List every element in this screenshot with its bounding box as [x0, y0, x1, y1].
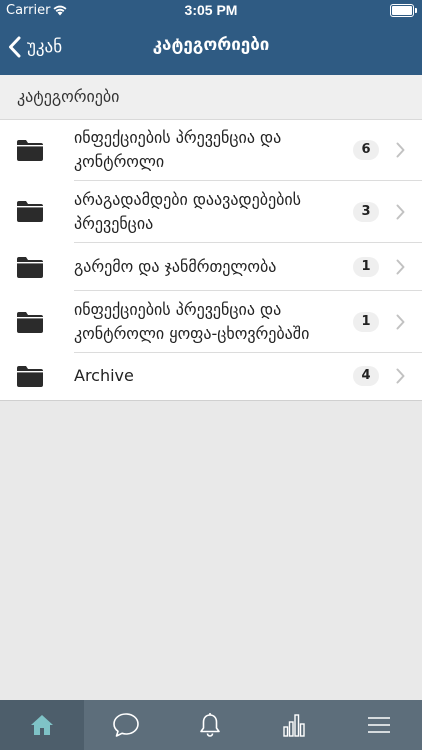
- category-row[interactable]: არაგადამდები დაავადებების პრევენცია 3: [0, 181, 422, 243]
- category-row[interactable]: ინფექციების პრევენცია და კონტროლი 6: [0, 120, 422, 181]
- category-label: არაგადამდები დაავადებების პრევენცია: [74, 190, 302, 233]
- menu-icon: [368, 717, 390, 733]
- page-title: კატეგორიები: [152, 35, 270, 55]
- category-row[interactable]: Archive 4: [0, 353, 422, 401]
- status-bar: Carrier 3:05 PM: [0, 0, 422, 20]
- category-list: ინფექციების პრევენცია და კონტროლი 6 არაგ…: [0, 120, 422, 401]
- folder-icon: [17, 140, 43, 161]
- count-badge: 1: [353, 257, 379, 277]
- tab-menu[interactable]: [336, 700, 422, 750]
- category-label: Archive: [74, 366, 134, 385]
- tab-chat[interactable]: [84, 700, 168, 750]
- section-header-label: კატეგორიები: [17, 87, 120, 106]
- tab-statistics[interactable]: [252, 700, 336, 750]
- home-icon: [31, 715, 53, 735]
- category-label: ინფექციების პრევენცია და კონტროლი ყოფა-ც…: [74, 300, 310, 343]
- bell-icon: [200, 713, 220, 737]
- folder-icon: [17, 201, 43, 222]
- count-badge: 4: [353, 366, 379, 386]
- category-label: ინფექციების პრევენცია და კონტროლი: [74, 128, 282, 171]
- tab-bar: [0, 700, 422, 750]
- count-badge: 6: [353, 140, 379, 160]
- chevron-right-icon: [396, 204, 405, 220]
- battery-icon: [390, 4, 417, 17]
- folder-icon: [17, 257, 43, 278]
- chevron-right-icon: [396, 142, 405, 158]
- folder-icon: [17, 366, 43, 387]
- clock: 3:05 PM: [184, 2, 238, 18]
- section-header: კატეგორიები: [0, 75, 422, 120]
- count-badge: 3: [353, 202, 379, 222]
- chevron-right-icon: [396, 314, 405, 330]
- category-row[interactable]: ინფექციების პრევენცია და კონტროლი ყოფა-ც…: [0, 291, 422, 353]
- chevron-right-icon: [396, 259, 405, 275]
- count-badge: 1: [353, 312, 379, 332]
- folder-icon: [17, 312, 43, 333]
- nav-bar: უკან კატეგორიები: [0, 20, 422, 75]
- chevron-right-icon: [396, 368, 405, 384]
- category-label: გარემო და ჯანმრთელობა: [74, 257, 277, 276]
- bar-chart-icon: [283, 714, 305, 737]
- chat-icon: [113, 713, 139, 737]
- tab-notifications[interactable]: [168, 700, 252, 750]
- tab-home[interactable]: [0, 700, 84, 750]
- category-row[interactable]: გარემო და ჯანმრთელობა 1: [0, 243, 422, 291]
